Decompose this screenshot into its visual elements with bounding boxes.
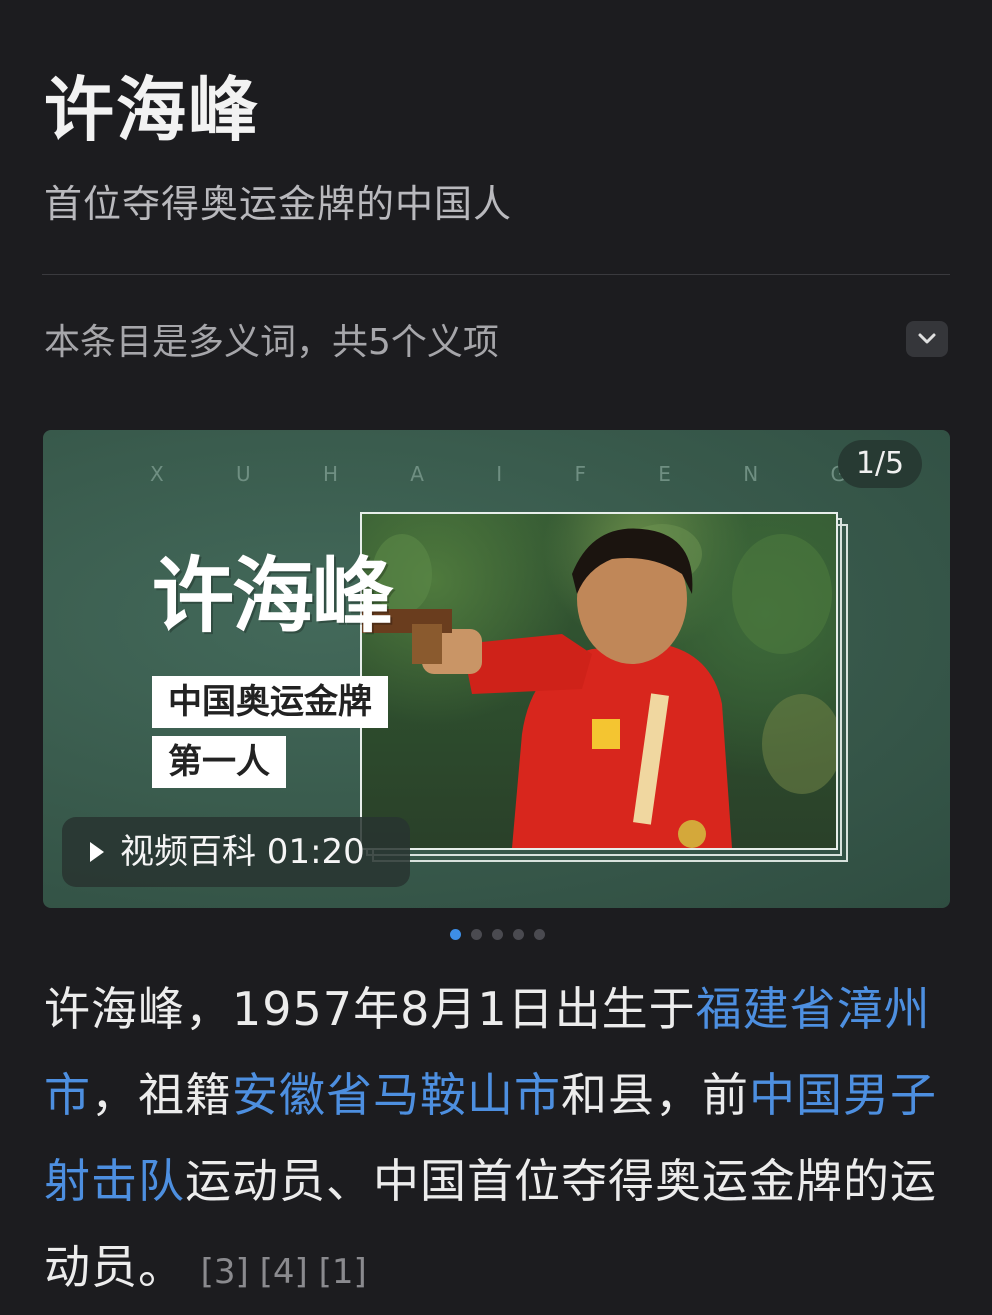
page-title: 许海峰 [44,69,260,151]
reference-links[interactable]: [3] [4] [1] [201,1252,367,1292]
pinyin-letter: I [496,462,507,486]
summary-text: ，祖籍 [91,1068,232,1122]
pinyin-letters: X U H A I F E N G [150,462,850,486]
athlete-illustration [362,524,836,848]
tagline-1: 中国奥运金牌 [152,676,388,728]
carousel-dot[interactable] [513,929,524,940]
expand-button[interactable] [906,321,948,357]
tagline-2: 第一人 [152,736,286,788]
carousel-dot[interactable] [450,929,461,940]
carousel-dot[interactable] [492,929,503,940]
video-label: 视频百科 01:20 [120,832,365,872]
page-subtitle: 首位夺得奥运金牌的中国人 [44,182,513,226]
hero-name: 许海峰 [152,548,394,644]
pinyin-letter: E [658,462,675,486]
pinyin-letter: U [236,462,255,486]
play-icon [90,842,104,862]
divider [42,274,950,275]
carousel-dots [450,929,545,940]
summary-text: 许海峰，1957年8月1日出生于 [44,982,696,1036]
pinyin-letter: X [150,462,168,486]
pinyin-letter: A [410,462,428,486]
athlete-photo [360,512,838,850]
link-ancestral-home[interactable]: 安徽省马鞍山市 [232,1068,561,1122]
carousel-dot[interactable] [534,929,545,940]
polysemy-text: 本条目是多义词，共5个义项 [44,322,499,363]
pinyin-letter: F [574,462,590,486]
carousel-counter: 1/5 [838,440,922,488]
carousel-dot[interactable] [471,929,482,940]
pinyin-letter: N [743,462,763,486]
summary-paragraph: 许海峰，1957年8月1日出生于福建省漳州市，祖籍安徽省马鞍山市和县，前中国男子… [44,966,944,1315]
chevron-down-icon [918,333,936,344]
summary-text: 和县，前 [561,1068,749,1122]
pinyin-letter: H [322,462,342,486]
video-encyclopedia-button[interactable]: 视频百科 01:20 [62,817,410,887]
polysemy-bar[interactable]: 本条目是多义词，共5个义项 [44,318,950,368]
